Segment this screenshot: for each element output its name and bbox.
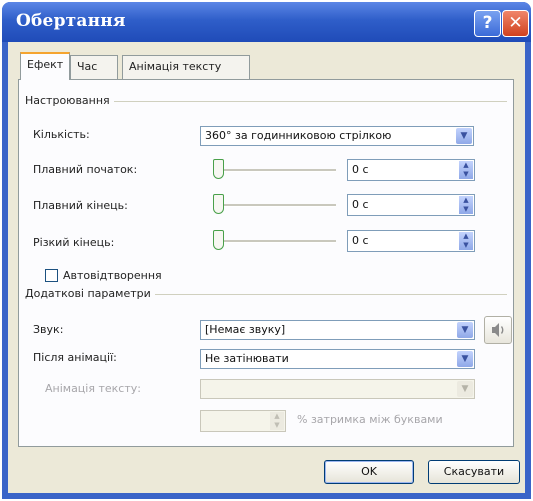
cancel-button[interactable]: Скасувати xyxy=(428,460,520,484)
spin-arrows-icon[interactable]: ▲ ▼ xyxy=(459,232,473,250)
smooth-end-value: 0 с xyxy=(352,198,369,211)
smooth-start-label: Плавний початок: xyxy=(33,163,138,176)
sharp-end-label: Різкий кінець: xyxy=(33,236,115,249)
sharp-end-track xyxy=(216,240,336,243)
after-animation-value: Не затінювати xyxy=(205,352,289,365)
text-animation-select[interactable]: ▼ xyxy=(200,379,475,399)
sound-select[interactable]: [Немає звуку] ▼ xyxy=(200,320,475,340)
letter-delay-spinner[interactable]: ▲ ▼ xyxy=(200,410,286,432)
help-button[interactable]: ? xyxy=(474,10,501,37)
quantity-label: Кількість: xyxy=(33,128,90,141)
spin-arrows-icon[interactable]: ▲ ▼ xyxy=(459,161,473,179)
sharp-end-value: 0 с xyxy=(352,234,369,247)
text-animation-label: Анімація тексту: xyxy=(45,382,141,395)
quantity-select[interactable]: 360° за годинниковою стрілкою ▼ xyxy=(200,126,474,146)
tab-timing[interactable]: Час xyxy=(70,55,118,79)
smooth-end-spinner[interactable]: 0 с ▲ ▼ xyxy=(347,194,475,216)
sound-settings-button[interactable] xyxy=(484,316,512,344)
sound-value: [Немає звуку] xyxy=(205,323,286,336)
smooth-start-spinner[interactable]: 0 с ▲ ▼ xyxy=(347,159,475,181)
sharp-end-slider[interactable] xyxy=(213,230,224,250)
extra-group-label: Додаткові параметри xyxy=(25,287,155,300)
speaker-icon xyxy=(492,323,504,337)
chevron-down-icon[interactable]: ▼ xyxy=(457,381,473,397)
sharp-end-spinner[interactable]: 0 с ▲ ▼ xyxy=(347,230,475,252)
ok-button[interactable]: OK xyxy=(324,460,414,484)
after-animation-select[interactable]: Не затінювати ▼ xyxy=(200,349,475,369)
settings-group-label: Настроювання xyxy=(25,94,114,107)
chevron-down-icon[interactable]: ▼ xyxy=(456,128,472,144)
smooth-start-track xyxy=(216,169,336,172)
chevron-down-icon[interactable]: ▼ xyxy=(457,322,473,338)
dialog-title: Обертання xyxy=(16,11,126,31)
smooth-start-value: 0 с xyxy=(352,163,369,176)
tab-panel: Настроювання Кількість: 360° за годинник… xyxy=(18,79,514,447)
after-animation-label: Після анімації: xyxy=(33,351,117,364)
title-bar[interactable]: Обертання ? ✕ xyxy=(2,2,531,42)
smooth-end-label: Плавний кінець: xyxy=(33,199,128,212)
quantity-value: 360° за годинниковою стрілкою xyxy=(205,129,392,142)
spin-arrows-icon[interactable]: ▲ ▼ xyxy=(459,196,473,214)
close-button[interactable]: ✕ xyxy=(502,10,529,37)
spin-arrows-icon[interactable]: ▲ ▼ xyxy=(270,412,284,430)
dialog-body: Ефект Час Анімація тексту Настроювання К… xyxy=(8,42,525,493)
letter-delay-label: % затримка між буквами xyxy=(297,413,443,426)
dialog-window: Обертання ? ✕ Ефект Час Анімація тексту … xyxy=(2,2,531,499)
tab-effect[interactable]: Ефект xyxy=(20,52,70,80)
chevron-down-icon[interactable]: ▼ xyxy=(457,351,473,367)
tab-text-animation[interactable]: Анімація тексту xyxy=(122,55,250,79)
smooth-end-track xyxy=(216,204,336,207)
smooth-start-slider[interactable] xyxy=(213,159,224,179)
autoreverse-label[interactable]: Автовідтворення xyxy=(63,269,162,282)
sound-label: Звук: xyxy=(33,323,64,336)
autoreverse-checkbox[interactable] xyxy=(45,269,58,282)
smooth-end-slider[interactable] xyxy=(213,194,224,214)
